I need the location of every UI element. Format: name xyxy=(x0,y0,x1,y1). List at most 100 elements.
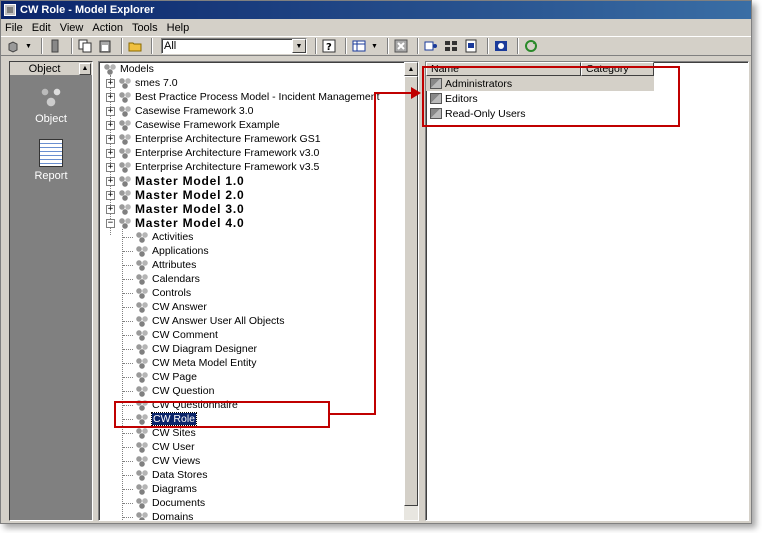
tree-child-label: CW Questionnaire xyxy=(152,399,238,411)
object-type-icon xyxy=(135,273,149,285)
document-icon[interactable] xyxy=(463,38,479,54)
tree-child[interactable]: CW Answer User All Objects xyxy=(99,314,404,328)
tree-item-model[interactable]: + Master Model 1.0 xyxy=(99,174,404,188)
tree-child[interactable]: Activities xyxy=(99,230,404,244)
tree-root-label: Models xyxy=(120,63,154,75)
tree-item-model[interactable]: + smes 7.0 xyxy=(99,76,404,90)
tree-child[interactable]: Controls xyxy=(99,286,404,300)
object-bar-item-object[interactable]: Object xyxy=(10,84,92,125)
copy-icon[interactable] xyxy=(77,38,93,54)
menu-help[interactable]: Help xyxy=(167,22,190,34)
tree-child[interactable]: Applications xyxy=(99,244,404,258)
view-grid-icon[interactable] xyxy=(351,38,367,54)
collapse-icon[interactable]: − xyxy=(106,218,115,228)
tree-item-model[interactable]: + Best Practice Process Model - Incident… xyxy=(99,90,404,104)
object-type-icon xyxy=(135,427,149,439)
delete-icon[interactable] xyxy=(393,38,409,54)
object-type-icon xyxy=(135,483,149,495)
expand-icon[interactable]: + xyxy=(106,106,115,116)
tree-child[interactable]: Attributes xyxy=(99,258,404,272)
tree-item-model[interactable]: + Casewise Framework 3.0 xyxy=(99,104,404,118)
tree-guide-line xyxy=(123,320,133,322)
expand-icon[interactable]: + xyxy=(106,148,115,158)
tree-child[interactable]: CW Views xyxy=(99,454,404,468)
properties-icon[interactable] xyxy=(47,38,63,54)
tree-child[interactable]: CW Questionnaire xyxy=(99,398,404,412)
expand-icon[interactable]: + xyxy=(106,78,115,88)
expand-icon[interactable]: + xyxy=(106,190,115,200)
toolbar: ▼ All ▼ ? ▼ xyxy=(1,36,751,56)
expand-icon[interactable]: + xyxy=(106,162,115,172)
tree-child[interactable]: CW User xyxy=(99,440,404,454)
scroll-thumb[interactable] xyxy=(404,76,418,506)
paste-icon[interactable] xyxy=(97,38,113,54)
refresh-icon[interactable] xyxy=(523,38,539,54)
expand-icon[interactable]: + xyxy=(106,92,115,102)
menu-edit[interactable]: Edit xyxy=(32,22,51,34)
tree-child-label: CW Question xyxy=(152,385,215,397)
tree-child[interactable]: Data Stores xyxy=(99,468,404,482)
menu-view[interactable]: View xyxy=(60,22,84,34)
expand-icon[interactable]: + xyxy=(106,120,115,130)
filter-select[interactable]: All ▼ xyxy=(161,38,307,54)
folder-icon[interactable] xyxy=(127,38,143,54)
tree-item-model[interactable]: + Casewise Framework Example xyxy=(99,118,404,132)
scroll-up-icon[interactable]: ▲ xyxy=(79,62,91,75)
tree-item-model[interactable]: + Enterprise Architecture Framework v3.5 xyxy=(99,160,404,174)
tree-child[interactable]: Calendars xyxy=(99,272,404,286)
toolbar-separator xyxy=(315,38,317,54)
tree-child-label: CW Sites xyxy=(152,427,196,439)
object-bar-item-report[interactable]: Report xyxy=(10,139,92,182)
column-header-name[interactable]: Name xyxy=(426,62,581,76)
tree-child[interactable]: CW Answer xyxy=(99,300,404,314)
tree-guide-line xyxy=(123,446,133,448)
column-header-category[interactable]: Category xyxy=(581,62,654,76)
tree-child[interactable]: CW Comment xyxy=(99,328,404,342)
tree-child[interactable]: CW Page xyxy=(99,370,404,384)
expand-icon[interactable]: + xyxy=(106,134,115,144)
matrix-icon[interactable] xyxy=(443,38,459,54)
tree-child[interactable]: Diagrams xyxy=(99,482,404,496)
tree-child[interactable]: Documents xyxy=(99,496,404,510)
list-item[interactable]: Editors xyxy=(426,91,654,106)
menu-action[interactable]: Action xyxy=(92,22,123,34)
tree-child-selected[interactable]: CW Role xyxy=(99,412,404,426)
model-icon xyxy=(118,189,132,201)
object-type-icon xyxy=(135,385,149,397)
list-item[interactable]: Administrators xyxy=(426,76,654,91)
tree-scrollbar[interactable]: ▲ xyxy=(404,62,418,520)
chevron-down-icon[interactable]: ▼ xyxy=(292,39,306,53)
menu-tools[interactable]: Tools xyxy=(132,22,158,34)
tree-item-model[interactable]: + Enterprise Architecture Framework v3.0 xyxy=(99,146,404,160)
list-item[interactable]: Read-Only Users xyxy=(426,106,654,121)
tree-child[interactable]: CW Diagram Designer xyxy=(99,342,404,356)
tree-root-models[interactable]: Models xyxy=(99,62,404,76)
tree-child[interactable]: CW Meta Model Entity xyxy=(99,356,404,370)
object-bar-item-label: Object xyxy=(35,113,67,125)
new-object-dropdown-icon[interactable]: ▼ xyxy=(25,43,33,50)
tree-child[interactable]: CW Sites xyxy=(99,426,404,440)
tree-child-label: CW Comment xyxy=(152,329,218,341)
expand-icon[interactable]: + xyxy=(106,176,115,186)
view-dropdown-icon[interactable]: ▼ xyxy=(371,43,379,50)
database-icon[interactable] xyxy=(493,38,509,54)
tree-item-model[interactable]: + Master Model 3.0 xyxy=(99,202,404,216)
scroll-up-icon[interactable]: ▲ xyxy=(404,62,418,76)
toolbar-separator xyxy=(151,38,153,54)
model-icon xyxy=(118,217,132,229)
help-icon[interactable]: ? xyxy=(321,38,337,54)
tree-child[interactable]: Domains xyxy=(99,510,404,520)
tree-item-model-expanded[interactable]: − Master Model 4.0 xyxy=(99,216,404,230)
tree-guide-line xyxy=(123,390,133,392)
tree-child[interactable]: CW Question xyxy=(99,384,404,398)
report-icon xyxy=(39,139,63,167)
tree-child-label: CW Page xyxy=(152,371,197,383)
new-object-icon[interactable] xyxy=(5,38,21,54)
tree-item-model[interactable]: + Master Model 2.0 xyxy=(99,188,404,202)
expand-icon[interactable]: + xyxy=(106,204,115,214)
diagram-icon[interactable] xyxy=(423,38,439,54)
tree-child-label: Activities xyxy=(152,231,194,243)
tree-guide-line xyxy=(123,376,133,378)
menu-file[interactable]: File xyxy=(5,22,23,34)
tree-item-model[interactable]: + Enterprise Architecture Framework GS1 xyxy=(99,132,404,146)
